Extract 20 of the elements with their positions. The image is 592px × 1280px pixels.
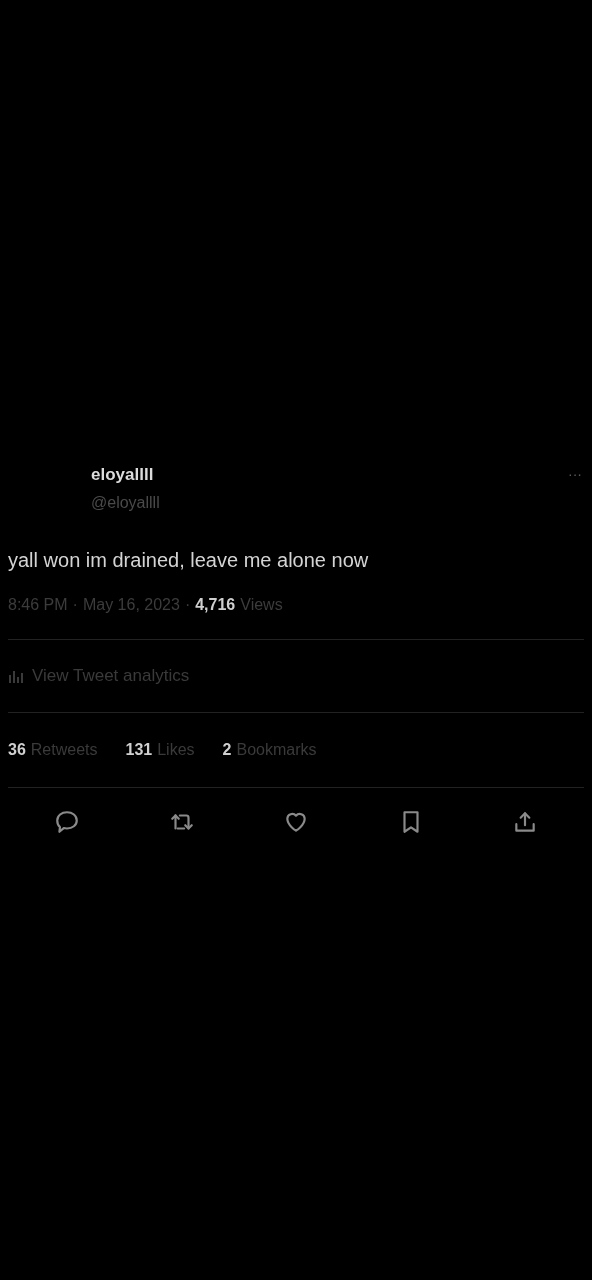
stat-label[interactable]: Likes: [157, 738, 195, 762]
author-handle[interactable]: @eloyallll: [91, 490, 160, 516]
separator-dot: ·: [71, 595, 79, 615]
views-count: 4,716: [195, 595, 236, 615]
more-button[interactable]: ···: [568, 464, 582, 485]
share-icon[interactable]: [512, 809, 538, 835]
separator-dot: ·: [183, 595, 192, 615]
views-label: Views: [240, 595, 283, 615]
stat-count: 2: [222, 740, 232, 760]
tweet-date: May 16, 2023: [82, 595, 180, 615]
tweet-text: yall won im drained, leave me alone now: [8, 548, 370, 573]
author-name[interactable]: eloyallll: [91, 462, 160, 488]
stat-label[interactable]: Retweets: [30, 738, 98, 762]
stat-count: 131: [125, 740, 153, 760]
tweet-time: 8:46 PM: [8, 595, 68, 615]
stat-label[interactable]: Bookmarks: [236, 738, 317, 762]
analytics-link[interactable]: View Tweet analytics: [8, 640, 584, 712]
reply-icon[interactable]: [54, 809, 80, 835]
bar-chart-icon: [8, 669, 24, 683]
stat-count: 36: [8, 740, 26, 760]
